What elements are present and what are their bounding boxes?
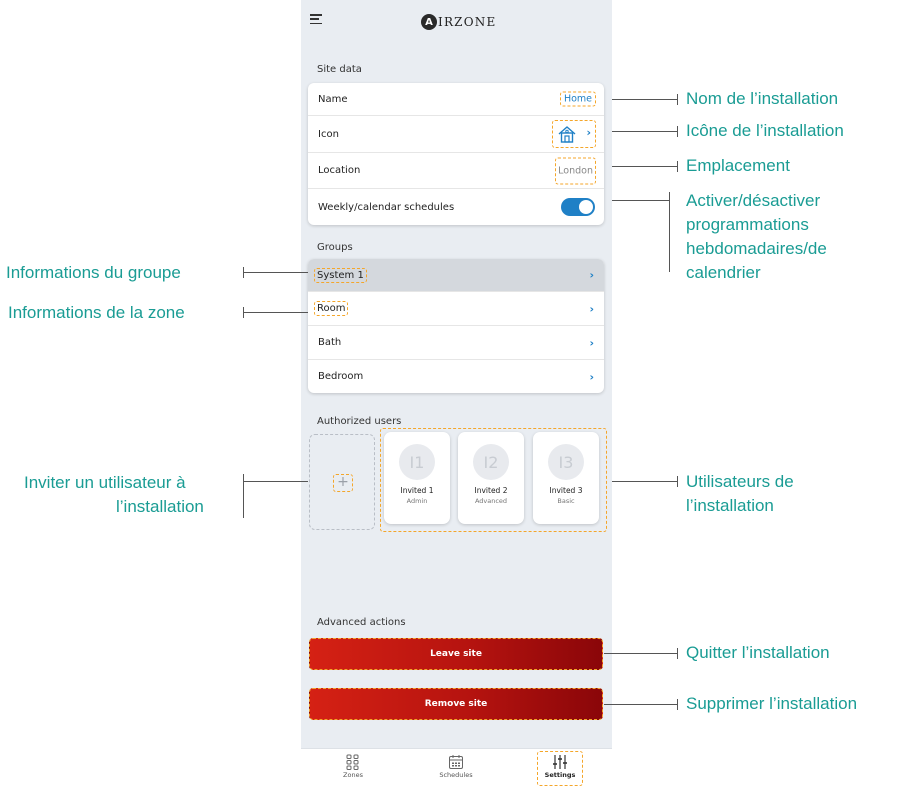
invite-user-button[interactable]: + — [309, 434, 375, 530]
logo-mark: A — [421, 14, 437, 30]
zone-row-label: Room — [314, 301, 349, 316]
annotation-inviter-2: l’installation — [116, 497, 204, 516]
remove-site-button[interactable]: Remove site — [309, 688, 603, 720]
leader-line — [612, 481, 678, 482]
annotation-nom: Nom de l’installation — [686, 89, 839, 108]
zone-row-label: Bedroom — [318, 371, 364, 382]
annotation-inviter-1: Inviter un utilisateur à — [24, 473, 186, 492]
bottom-nav: Zones Schedules Settings — [301, 748, 612, 788]
calendar-icon — [449, 755, 463, 769]
tab-label: Settings — [544, 771, 576, 779]
chevron-right-icon: › — [589, 370, 594, 383]
annotation-icone: Icône de l’installation — [686, 121, 844, 140]
group-row-system-1[interactable]: System 1 › — [308, 259, 604, 292]
weekly-schedules-toggle[interactable] — [561, 198, 595, 216]
user-name: Invited 1 — [400, 486, 434, 495]
site-location-label: Location — [318, 165, 361, 176]
leader-line — [612, 99, 678, 100]
tab-zones[interactable]: Zones — [323, 752, 383, 779]
zone-row-bedroom[interactable]: Bedroom › — [308, 360, 604, 393]
leader-line — [243, 272, 308, 273]
user-name: Invited 2 — [474, 486, 508, 495]
leader-line — [612, 131, 678, 132]
leader-line — [243, 481, 308, 482]
annotation-activer-1: Activer/désactiver — [686, 191, 821, 210]
leader-line — [604, 704, 678, 705]
logo-text: IRZONE — [438, 15, 497, 29]
weekly-schedules-row: Weekly/calendar schedules — [308, 189, 604, 225]
tab-settings[interactable]: Settings — [537, 751, 583, 786]
leader-tick — [677, 126, 678, 137]
tab-label: Zones — [343, 771, 363, 779]
avatar: I1 — [399, 444, 435, 480]
annotation-activer-3: hebdomadaires/de — [686, 239, 827, 258]
leader-line — [612, 200, 670, 201]
annotation-activer-4: calendrier — [686, 263, 761, 282]
groups-title: Groups — [317, 242, 353, 253]
site-name-row[interactable]: Name Home — [308, 83, 604, 116]
leader-line — [612, 166, 678, 167]
leader-tick — [677, 648, 678, 659]
user-name: Invited 3 — [549, 486, 583, 495]
site-icon-row[interactable]: Icon › — [308, 116, 604, 153]
site-data-card: Name Home Icon › Location London Weekly/… — [308, 83, 604, 225]
site-name-label: Name — [318, 93, 348, 105]
leader-tick — [677, 161, 678, 172]
weekly-schedules-label: Weekly/calendar schedules — [318, 201, 455, 213]
airzone-logo: A IRZONE — [421, 12, 496, 32]
avatar: I2 — [473, 444, 509, 480]
group-row-label: System 1 — [314, 267, 367, 283]
zone-row-room[interactable]: Room › — [308, 292, 604, 326]
settings-sliders-icon — [553, 755, 567, 769]
top-bar: A IRZONE — [301, 0, 612, 44]
zone-row-bath[interactable]: Bath › — [308, 326, 604, 360]
user-card-1[interactable]: I1 Invited 1 Admin — [384, 432, 450, 524]
user-card-2[interactable]: I2 Invited 2 Advanced — [458, 432, 524, 524]
annotation-zone: Informations de la zone — [8, 303, 185, 322]
zones-grid-icon — [346, 754, 359, 770]
plus-icon: + — [333, 474, 353, 492]
annotation-utilisateurs-2: l’installation — [686, 496, 774, 515]
site-data-title: Site data — [317, 64, 362, 75]
user-role: Advanced — [474, 497, 508, 505]
user-role: Admin — [406, 497, 428, 505]
leave-site-button[interactable]: Leave site — [309, 638, 603, 670]
advanced-actions-title: Advanced actions — [317, 617, 406, 628]
site-location-row[interactable]: Location London — [308, 153, 604, 189]
leader-line — [243, 312, 308, 313]
authorized-users-title: Authorized users — [317, 416, 402, 427]
tab-label: Schedules — [439, 771, 473, 779]
chevron-right-icon: › — [589, 336, 594, 349]
chevron-right-icon: › — [586, 126, 591, 139]
house-icon — [558, 126, 576, 143]
leader-tick — [677, 699, 678, 710]
user-card-3[interactable]: I3 Invited 3 Basic — [533, 432, 599, 524]
chevron-right-icon: › — [589, 268, 594, 282]
annotation-quitter: Quitter l’installation — [686, 643, 830, 662]
leader-tick — [677, 476, 678, 487]
leader-tick — [677, 94, 678, 105]
avatar: I3 — [548, 444, 584, 480]
leader-line — [604, 653, 678, 654]
annotation-emplacement: Emplacement — [686, 156, 790, 175]
chevron-right-icon: › — [589, 302, 594, 315]
user-role: Basic — [557, 497, 575, 505]
zone-row-label: Bath — [318, 337, 342, 348]
groups-card: System 1 › Room › Bath › Bedroom › — [308, 259, 604, 393]
hamburger-menu-icon[interactable] — [310, 14, 322, 25]
annotation-groupe: Informations du groupe — [6, 263, 181, 282]
site-location-value: London — [555, 157, 596, 184]
site-name-value: Home — [559, 91, 596, 107]
tab-schedules[interactable]: Schedules — [426, 752, 486, 779]
site-icon-label: Icon — [318, 128, 339, 140]
annotation-supprimer: Supprimer l’installation — [686, 694, 858, 713]
leader-bracket — [669, 192, 670, 272]
annotation-activer-2: programmations — [686, 215, 809, 234]
annotation-utilisateurs-1: Utilisateurs de — [686, 472, 794, 491]
phone-screen: A IRZONE Site data Name Home Icon › Loca… — [301, 0, 612, 788]
site-icon-value: › — [552, 120, 596, 148]
